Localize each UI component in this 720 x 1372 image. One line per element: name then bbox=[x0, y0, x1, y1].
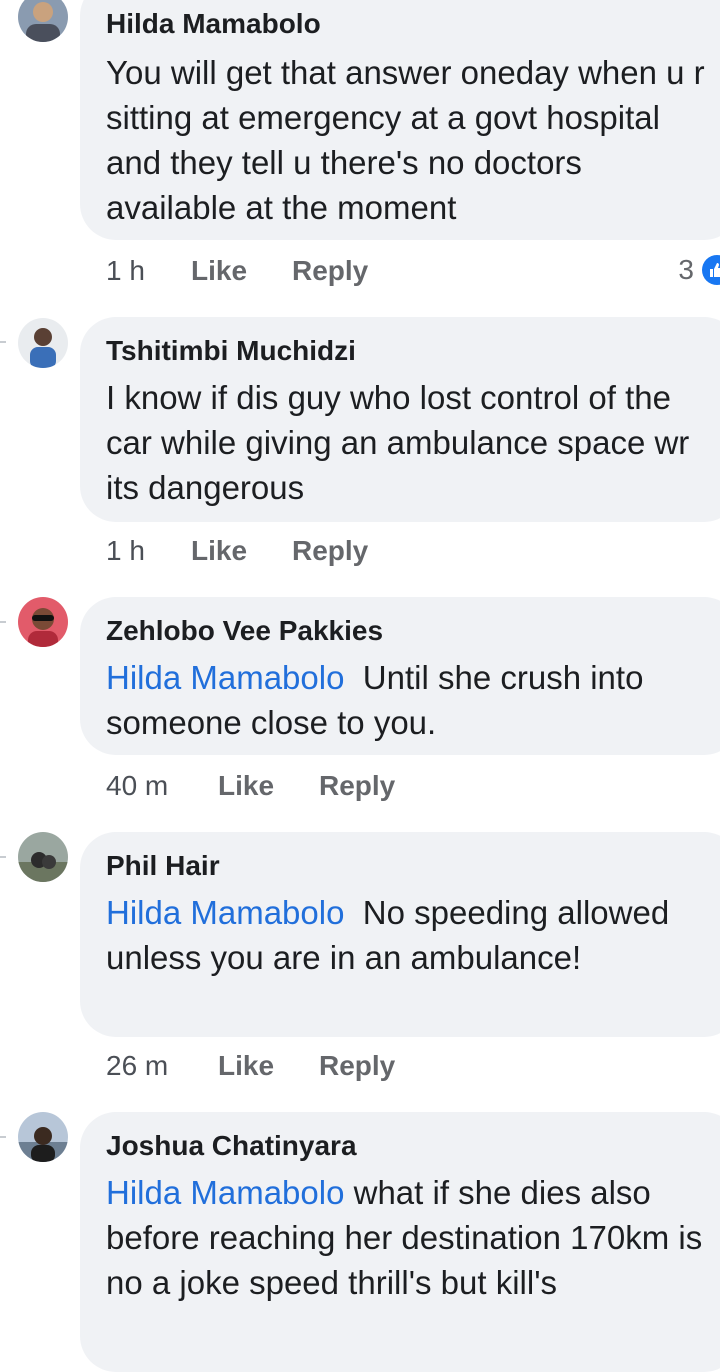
comment-text: Hilda Mamabolo No speeding allowed unles… bbox=[106, 890, 716, 980]
mention-link[interactable]: Hilda Mamabolo bbox=[106, 659, 344, 696]
avatar[interactable] bbox=[18, 597, 68, 647]
comment-time[interactable]: 26 m bbox=[106, 1050, 218, 1082]
comment-actions: 40 m Like Reply bbox=[106, 770, 395, 802]
comment-time[interactable]: 1 h bbox=[106, 535, 191, 567]
comment-author[interactable]: Joshua Chatinyara bbox=[106, 1130, 357, 1162]
comment-time[interactable]: 40 m bbox=[106, 770, 218, 802]
reply-button[interactable]: Reply bbox=[319, 1050, 395, 1082]
thread-line bbox=[0, 341, 6, 343]
comment-actions: 26 m Like Reply bbox=[106, 1050, 395, 1082]
reply-button[interactable]: Reply bbox=[292, 535, 368, 567]
comment-author[interactable]: Zehlobo Vee Pakkies bbox=[106, 615, 383, 647]
like-button[interactable]: Like bbox=[218, 1050, 319, 1082]
comment-author[interactable]: Hilda Mamabolo bbox=[106, 8, 321, 40]
comment-bubble: Hilda Mamabolo You will get that answer … bbox=[80, 0, 720, 240]
mention-link[interactable]: Hilda Mamabolo bbox=[106, 894, 344, 931]
comment-author[interactable]: Tshitimbi Muchidzi bbox=[106, 335, 356, 367]
avatar[interactable] bbox=[18, 1112, 68, 1162]
reaction-count-label: 3 bbox=[678, 254, 694, 285]
reply-button[interactable]: Reply bbox=[292, 255, 368, 287]
avatar[interactable] bbox=[18, 832, 68, 882]
comment-text: Hilda Mamabolo what if she dies also bef… bbox=[106, 1170, 716, 1305]
comment-bubble: Zehlobo Vee Pakkies Hilda Mamabolo Until… bbox=[80, 597, 720, 755]
comment-text: You will get that answer oneday when u r… bbox=[106, 50, 716, 230]
thread-line bbox=[0, 856, 6, 858]
comment-author[interactable]: Phil Hair bbox=[106, 850, 220, 882]
comment-actions: 1 h Like Reply bbox=[106, 255, 368, 287]
comment-bubble: Phil Hair Hilda Mamabolo No speeding all… bbox=[80, 832, 720, 1037]
comment-bubble: Tshitimbi Muchidzi I know if dis guy who… bbox=[80, 317, 720, 522]
like-icon bbox=[702, 255, 720, 285]
like-button[interactable]: Like bbox=[191, 535, 292, 567]
comment-actions: 1 h Like Reply bbox=[106, 535, 368, 567]
comment-body: I know if dis guy who lost control of th… bbox=[106, 379, 690, 506]
avatar[interactable] bbox=[18, 0, 68, 42]
comment-body: You will get that answer oneday when u r… bbox=[106, 54, 705, 226]
thread-line bbox=[0, 621, 6, 623]
thread-line bbox=[0, 1136, 6, 1138]
like-button[interactable]: Like bbox=[191, 255, 292, 287]
avatar[interactable] bbox=[18, 318, 68, 368]
mention-link[interactable]: Hilda Mamabolo bbox=[106, 1174, 344, 1211]
like-button[interactable]: Like bbox=[218, 770, 319, 802]
comment-time[interactable]: 1 h bbox=[106, 255, 191, 287]
comment-bubble: Joshua Chatinyara Hilda Mamabolo what if… bbox=[80, 1112, 720, 1372]
comment-text: Hilda Mamabolo Until she crush into some… bbox=[106, 655, 716, 745]
reply-button[interactable]: Reply bbox=[319, 770, 395, 802]
reaction-count[interactable]: 3 bbox=[678, 254, 720, 286]
comment-text: I know if dis guy who lost control of th… bbox=[106, 375, 716, 510]
